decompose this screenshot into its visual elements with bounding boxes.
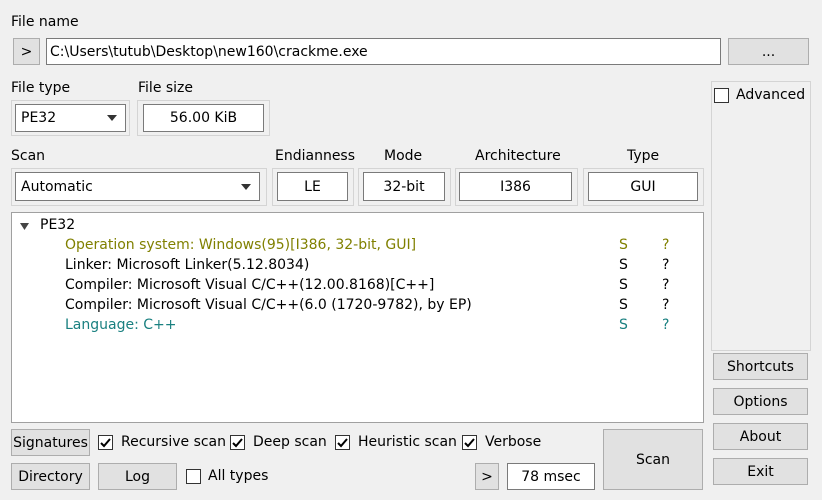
verbose-label: Verbose xyxy=(485,434,542,450)
file-type-select[interactable]: PE32 xyxy=(15,104,126,132)
directory-button[interactable]: Directory xyxy=(11,463,90,490)
result-text: Compiler: Microsoft Visual C/C++(12.00.8… xyxy=(65,277,435,293)
result-signature-marker[interactable]: S xyxy=(619,277,628,293)
checkmark-icon xyxy=(464,438,475,448)
result-signature-marker[interactable]: S xyxy=(619,237,628,253)
mode-field: 32-bit xyxy=(363,172,445,201)
scan-label: Scan xyxy=(11,148,46,164)
result-info-marker[interactable]: ? xyxy=(662,257,669,273)
scan-select[interactable]: Automatic xyxy=(15,172,260,201)
advanced-panel xyxy=(711,81,811,351)
scan-value: Automatic xyxy=(21,178,93,195)
heuristic-scan-checkbox[interactable] xyxy=(335,435,350,450)
log-button[interactable]: Log xyxy=(98,463,177,490)
result-row[interactable]: Compiler: Microsoft Visual C/C++(12.00.8… xyxy=(12,276,703,296)
checkmark-icon xyxy=(232,438,243,448)
result-text: Linker: Microsoft Linker(5.12.8034) xyxy=(65,257,310,273)
file-size-label: File size xyxy=(138,80,194,96)
architecture-label: Architecture xyxy=(475,148,561,164)
file-path-input[interactable]: C:\Users\tutub\Desktop\new160\crackme.ex… xyxy=(46,38,721,65)
recursive-scan-label: Recursive scan xyxy=(121,434,227,450)
result-row[interactable]: Language: C++ S? xyxy=(12,316,703,336)
scan-time-field: 78 msec xyxy=(507,463,595,490)
checkmark-icon xyxy=(337,438,348,448)
deep-scan-checkbox[interactable] xyxy=(230,435,245,450)
result-info-marker[interactable]: ? xyxy=(662,237,669,253)
advanced-label: Advanced xyxy=(736,87,806,103)
exit-button[interactable]: Exit xyxy=(713,458,808,485)
all-types-checkbox[interactable] xyxy=(186,469,201,484)
result-signature-marker[interactable]: S xyxy=(619,317,628,333)
about-button[interactable]: About xyxy=(713,423,808,450)
tree-root-row[interactable]: PE32 xyxy=(12,216,703,236)
result-row[interactable]: Linker: Microsoft Linker(5.12.8034) S? xyxy=(12,256,703,276)
time-expand-button[interactable]: > xyxy=(475,463,499,490)
file-expand-button[interactable]: > xyxy=(13,38,40,65)
chevron-down-icon xyxy=(107,115,117,121)
deep-scan-label: Deep scan xyxy=(253,434,327,450)
result-text: Compiler: Microsoft Visual C/C++(6.0 (17… xyxy=(65,297,472,313)
file-type-value: PE32 xyxy=(21,110,57,126)
file-size-field: 56.00 KiB xyxy=(143,104,264,132)
type-label: Type xyxy=(627,148,660,164)
result-row[interactable]: Compiler: Microsoft Visual C/C++(6.0 (17… xyxy=(12,296,703,316)
result-info-marker[interactable]: ? xyxy=(662,317,669,333)
verbose-checkbox[interactable] xyxy=(462,435,477,450)
endianness-label: Endianness xyxy=(275,148,356,164)
endianness-field: LE xyxy=(277,172,348,201)
tree-root-label: PE32 xyxy=(40,217,76,233)
file-name-label: File name xyxy=(11,14,79,30)
result-info-marker[interactable]: ? xyxy=(662,297,669,313)
result-info-marker[interactable]: ? xyxy=(662,277,669,293)
options-button[interactable]: Options xyxy=(713,388,808,415)
type-field: GUI xyxy=(588,172,698,201)
result-text: Language: C++ xyxy=(65,317,177,333)
advanced-checkbox[interactable] xyxy=(714,88,729,103)
result-signature-marker[interactable]: S xyxy=(619,297,628,313)
scan-button[interactable]: Scan xyxy=(603,429,703,490)
mode-label: Mode xyxy=(384,148,423,164)
results-tree[interactable]: PE32 Operation system: Windows(95)[I386,… xyxy=(11,212,704,423)
result-signature-marker[interactable]: S xyxy=(619,257,628,273)
all-types-label: All types xyxy=(208,468,269,484)
signatures-button[interactable]: Signatures xyxy=(11,429,90,456)
result-row[interactable]: Operation system: Windows(95)[I386, 32-b… xyxy=(12,236,703,256)
tree-expand-icon[interactable] xyxy=(20,223,29,230)
result-text: Operation system: Windows(95)[I386, 32-b… xyxy=(65,237,417,253)
heuristic-scan-label: Heuristic scan xyxy=(358,434,457,450)
checkmark-icon xyxy=(100,438,111,448)
shortcuts-button[interactable]: Shortcuts xyxy=(713,353,808,380)
chevron-down-icon xyxy=(241,183,251,190)
recursive-scan-checkbox[interactable] xyxy=(98,435,113,450)
browse-button[interactable]: ... xyxy=(728,38,809,65)
architecture-field: I386 xyxy=(459,172,572,201)
file-type-label: File type xyxy=(11,80,71,96)
